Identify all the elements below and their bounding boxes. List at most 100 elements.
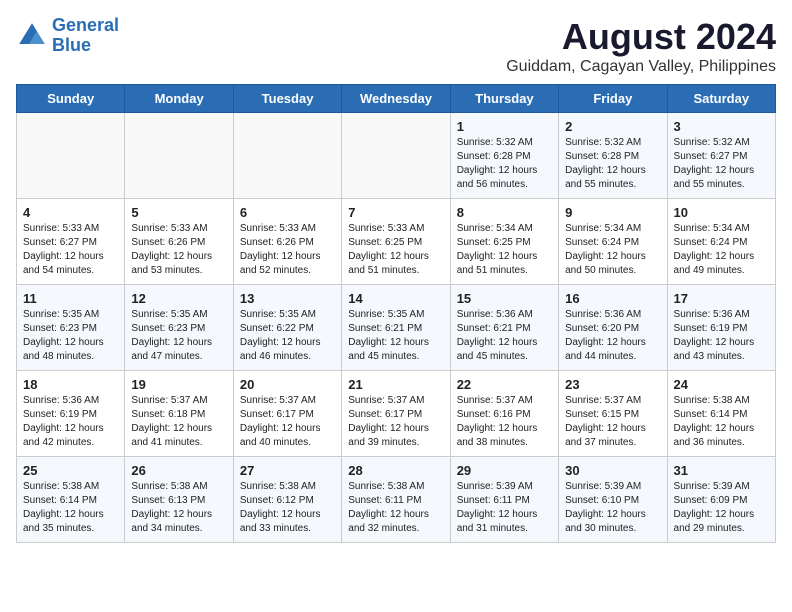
calendar-cell: 28 Sunrise: 5:38 AM Sunset: 6:11 PM Dayli… bbox=[342, 457, 450, 543]
day-number: 1 bbox=[457, 119, 552, 134]
header-day-wednesday: Wednesday bbox=[342, 85, 450, 113]
day-info: Sunrise: 5:36 AM Sunset: 6:20 PM Dayligh… bbox=[565, 308, 660, 364]
header-day-monday: Monday bbox=[125, 85, 233, 113]
day-number: 22 bbox=[457, 377, 552, 392]
header-day-saturday: Saturday bbox=[667, 85, 775, 113]
calendar-cell: 7 Sunrise: 5:33 AM Sunset: 6:25 PM Daylig… bbox=[342, 199, 450, 285]
day-number: 26 bbox=[131, 463, 226, 478]
day-number: 6 bbox=[240, 205, 335, 220]
day-info: Sunrise: 5:33 AM Sunset: 6:26 PM Dayligh… bbox=[240, 222, 335, 278]
calendar-cell: 13 Sunrise: 5:35 AM Sunset: 6:22 PM Dayli… bbox=[233, 285, 341, 371]
calendar-cell: 5Sunrise: 5:33 AM Sunset: 6:26 PM Daylig… bbox=[125, 199, 233, 285]
calendar-cell: 15 Sunrise: 5:36 AM Sunset: 6:21 PM Dayli… bbox=[450, 285, 558, 371]
day-info: Sunrise: 5:37 AM Sunset: 6:17 PM Dayligh… bbox=[240, 394, 335, 450]
header-row: SundayMondayTuesdayWednesdayThursdayFrid… bbox=[17, 85, 776, 113]
calendar-cell: 6 Sunrise: 5:33 AM Sunset: 6:26 PM Daylig… bbox=[233, 199, 341, 285]
calendar-week-2: 4 Sunrise: 5:33 AM Sunset: 6:27 PM Daylig… bbox=[17, 199, 776, 285]
header-day-thursday: Thursday bbox=[450, 85, 558, 113]
calendar-week-1: 1 Sunrise: 5:32 AM Sunset: 6:28 PM Daylig… bbox=[17, 113, 776, 199]
day-info: Sunrise: 5:39 AM Sunset: 6:11 PM Dayligh… bbox=[457, 480, 552, 536]
day-number: 16 bbox=[565, 291, 660, 306]
day-info: Sunrise: 5:32 AM Sunset: 6:27 PM Dayligh… bbox=[674, 136, 769, 192]
calendar-cell: 14 Sunrise: 5:35 AM Sunset: 6:21 PM Dayli… bbox=[342, 285, 450, 371]
day-info: Sunrise: 5:38 AM Sunset: 6:14 PM Dayligh… bbox=[23, 480, 118, 536]
calendar-header: SundayMondayTuesdayWednesdayThursdayFrid… bbox=[17, 85, 776, 113]
calendar-cell bbox=[342, 113, 450, 199]
day-info: Sunrise: 5:39 AM Sunset: 6:09 PM Dayligh… bbox=[674, 480, 769, 536]
calendar-cell: 29Sunrise: 5:39 AM Sunset: 6:11 PM Dayli… bbox=[450, 457, 558, 543]
day-info: Sunrise: 5:33 AM Sunset: 6:27 PM Dayligh… bbox=[23, 222, 118, 278]
day-info: Sunrise: 5:34 AM Sunset: 6:24 PM Dayligh… bbox=[565, 222, 660, 278]
day-info: Sunrise: 5:36 AM Sunset: 6:21 PM Dayligh… bbox=[457, 308, 552, 364]
calendar-cell: 26 Sunrise: 5:38 AM Sunset: 6:13 PM Dayli… bbox=[125, 457, 233, 543]
page-subtitle: Guiddam, Cagayan Valley, Philippines bbox=[506, 58, 776, 76]
day-number: 15 bbox=[457, 291, 552, 306]
logo-icon bbox=[16, 20, 48, 52]
day-info: Sunrise: 5:37 AM Sunset: 6:16 PM Dayligh… bbox=[457, 394, 552, 450]
calendar-cell: 17Sunrise: 5:36 AM Sunset: 6:19 PM Dayli… bbox=[667, 285, 775, 371]
day-number: 21 bbox=[348, 377, 443, 392]
day-number: 10 bbox=[674, 205, 769, 220]
day-info: Sunrise: 5:33 AM Sunset: 6:25 PM Dayligh… bbox=[348, 222, 443, 278]
calendar-cell: 12 Sunrise: 5:35 AM Sunset: 6:23 PM Dayli… bbox=[125, 285, 233, 371]
day-number: 17 bbox=[674, 291, 769, 306]
calendar-table: SundayMondayTuesdayWednesdayThursdayFrid… bbox=[16, 84, 776, 543]
calendar-cell: 24 Sunrise: 5:38 AM Sunset: 6:14 PM Dayli… bbox=[667, 371, 775, 457]
day-info: Sunrise: 5:37 AM Sunset: 6:17 PM Dayligh… bbox=[348, 394, 443, 450]
calendar-week-4: 18Sunrise: 5:36 AM Sunset: 6:19 PM Dayli… bbox=[17, 371, 776, 457]
calendar-cell: 21 Sunrise: 5:37 AM Sunset: 6:17 PM Dayli… bbox=[342, 371, 450, 457]
day-info: Sunrise: 5:35 AM Sunset: 6:23 PM Dayligh… bbox=[23, 308, 118, 364]
day-number: 24 bbox=[674, 377, 769, 392]
header-day-tuesday: Tuesday bbox=[233, 85, 341, 113]
calendar-cell: 3 Sunrise: 5:32 AM Sunset: 6:27 PM Daylig… bbox=[667, 113, 775, 199]
day-number: 14 bbox=[348, 291, 443, 306]
day-info: Sunrise: 5:38 AM Sunset: 6:12 PM Dayligh… bbox=[240, 480, 335, 536]
logo-line2: Blue bbox=[52, 35, 91, 55]
logo-line1: General bbox=[52, 15, 119, 35]
day-info: Sunrise: 5:32 AM Sunset: 6:28 PM Dayligh… bbox=[565, 136, 660, 192]
day-info: Sunrise: 5:39 AM Sunset: 6:10 PM Dayligh… bbox=[565, 480, 660, 536]
calendar-cell bbox=[125, 113, 233, 199]
day-number: 25 bbox=[23, 463, 118, 478]
day-number: 3 bbox=[674, 119, 769, 134]
calendar-cell: 31 Sunrise: 5:39 AM Sunset: 6:09 PM Dayli… bbox=[667, 457, 775, 543]
calendar-cell: 10Sunrise: 5:34 AM Sunset: 6:24 PM Dayli… bbox=[667, 199, 775, 285]
day-info: Sunrise: 5:38 AM Sunset: 6:14 PM Dayligh… bbox=[674, 394, 769, 450]
title-area: August 2024 Guiddam, Cagayan Valley, Phi… bbox=[506, 16, 776, 76]
day-info: Sunrise: 5:38 AM Sunset: 6:11 PM Dayligh… bbox=[348, 480, 443, 536]
day-info: Sunrise: 5:38 AM Sunset: 6:13 PM Dayligh… bbox=[131, 480, 226, 536]
day-number: 9 bbox=[565, 205, 660, 220]
header-day-friday: Friday bbox=[559, 85, 667, 113]
calendar-cell: 20 Sunrise: 5:37 AM Sunset: 6:17 PM Dayli… bbox=[233, 371, 341, 457]
day-info: Sunrise: 5:35 AM Sunset: 6:22 PM Dayligh… bbox=[240, 308, 335, 364]
calendar-body: 1 Sunrise: 5:32 AM Sunset: 6:28 PM Daylig… bbox=[17, 113, 776, 543]
day-info: Sunrise: 5:32 AM Sunset: 6:28 PM Dayligh… bbox=[457, 136, 552, 192]
calendar-cell bbox=[17, 113, 125, 199]
day-number: 27 bbox=[240, 463, 335, 478]
calendar-cell: 8Sunrise: 5:34 AM Sunset: 6:25 PM Daylig… bbox=[450, 199, 558, 285]
day-number: 23 bbox=[565, 377, 660, 392]
day-number: 20 bbox=[240, 377, 335, 392]
day-info: Sunrise: 5:37 AM Sunset: 6:18 PM Dayligh… bbox=[131, 394, 226, 450]
calendar-week-3: 11Sunrise: 5:35 AM Sunset: 6:23 PM Dayli… bbox=[17, 285, 776, 371]
calendar-cell: 18Sunrise: 5:36 AM Sunset: 6:19 PM Dayli… bbox=[17, 371, 125, 457]
logo: General Blue bbox=[16, 16, 119, 56]
day-number: 4 bbox=[23, 205, 118, 220]
day-info: Sunrise: 5:35 AM Sunset: 6:23 PM Dayligh… bbox=[131, 308, 226, 364]
day-number: 2 bbox=[565, 119, 660, 134]
day-number: 31 bbox=[674, 463, 769, 478]
page-title: August 2024 bbox=[506, 16, 776, 58]
day-number: 12 bbox=[131, 291, 226, 306]
day-info: Sunrise: 5:35 AM Sunset: 6:21 PM Dayligh… bbox=[348, 308, 443, 364]
calendar-cell: 22 Sunrise: 5:37 AM Sunset: 6:16 PM Dayli… bbox=[450, 371, 558, 457]
day-number: 28 bbox=[348, 463, 443, 478]
calendar-cell: 27 Sunrise: 5:38 AM Sunset: 6:12 PM Dayli… bbox=[233, 457, 341, 543]
day-info: Sunrise: 5:37 AM Sunset: 6:15 PM Dayligh… bbox=[565, 394, 660, 450]
day-number: 18 bbox=[23, 377, 118, 392]
day-number: 19 bbox=[131, 377, 226, 392]
calendar-cell: 4 Sunrise: 5:33 AM Sunset: 6:27 PM Daylig… bbox=[17, 199, 125, 285]
day-number: 13 bbox=[240, 291, 335, 306]
day-number: 7 bbox=[348, 205, 443, 220]
logo-text: General Blue bbox=[52, 16, 119, 56]
calendar-cell: 30Sunrise: 5:39 AM Sunset: 6:10 PM Dayli… bbox=[559, 457, 667, 543]
